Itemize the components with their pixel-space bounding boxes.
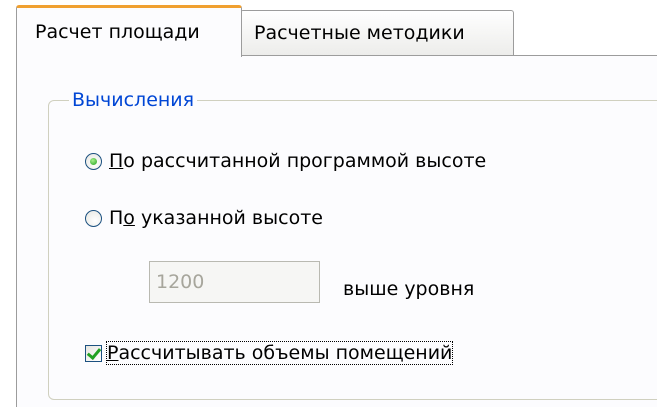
tab-area-calc[interactable]: Расчет площади — [16, 5, 242, 57]
radio-computed-label: По рассчитанной программой высоте — [109, 150, 487, 172]
tab-strip: Расчетные методики Расчет площади — [0, 0, 657, 57]
radio-specified-height[interactable]: По указанной высоте — [85, 207, 323, 229]
radio-button[interactable] — [85, 209, 102, 227]
checkbox-checked[interactable] — [85, 344, 102, 362]
radio-button-checked[interactable] — [85, 152, 102, 170]
checkbox-calc-volumes[interactable]: Рассчитывать объемы помещений — [85, 341, 454, 365]
tab-page: Вычисления По рассчитанной программой вы… — [16, 56, 657, 407]
tab-label: Расчет площади — [35, 21, 200, 43]
group-legend: Вычисления — [69, 89, 198, 111]
radio-specified-label: По указанной высоте — [109, 207, 323, 229]
height-input[interactable]: 1200 — [149, 261, 320, 303]
checkbox-volumes-label: Рассчитывать объемы помещений — [105, 341, 454, 365]
tab-calc-methods[interactable]: Расчетные методики — [240, 10, 514, 56]
height-suffix-label: выше уровня — [343, 278, 475, 300]
tab-label: Расчетные методики — [254, 22, 465, 44]
radio-computed-height[interactable]: По рассчитанной программой высоте — [85, 150, 486, 172]
